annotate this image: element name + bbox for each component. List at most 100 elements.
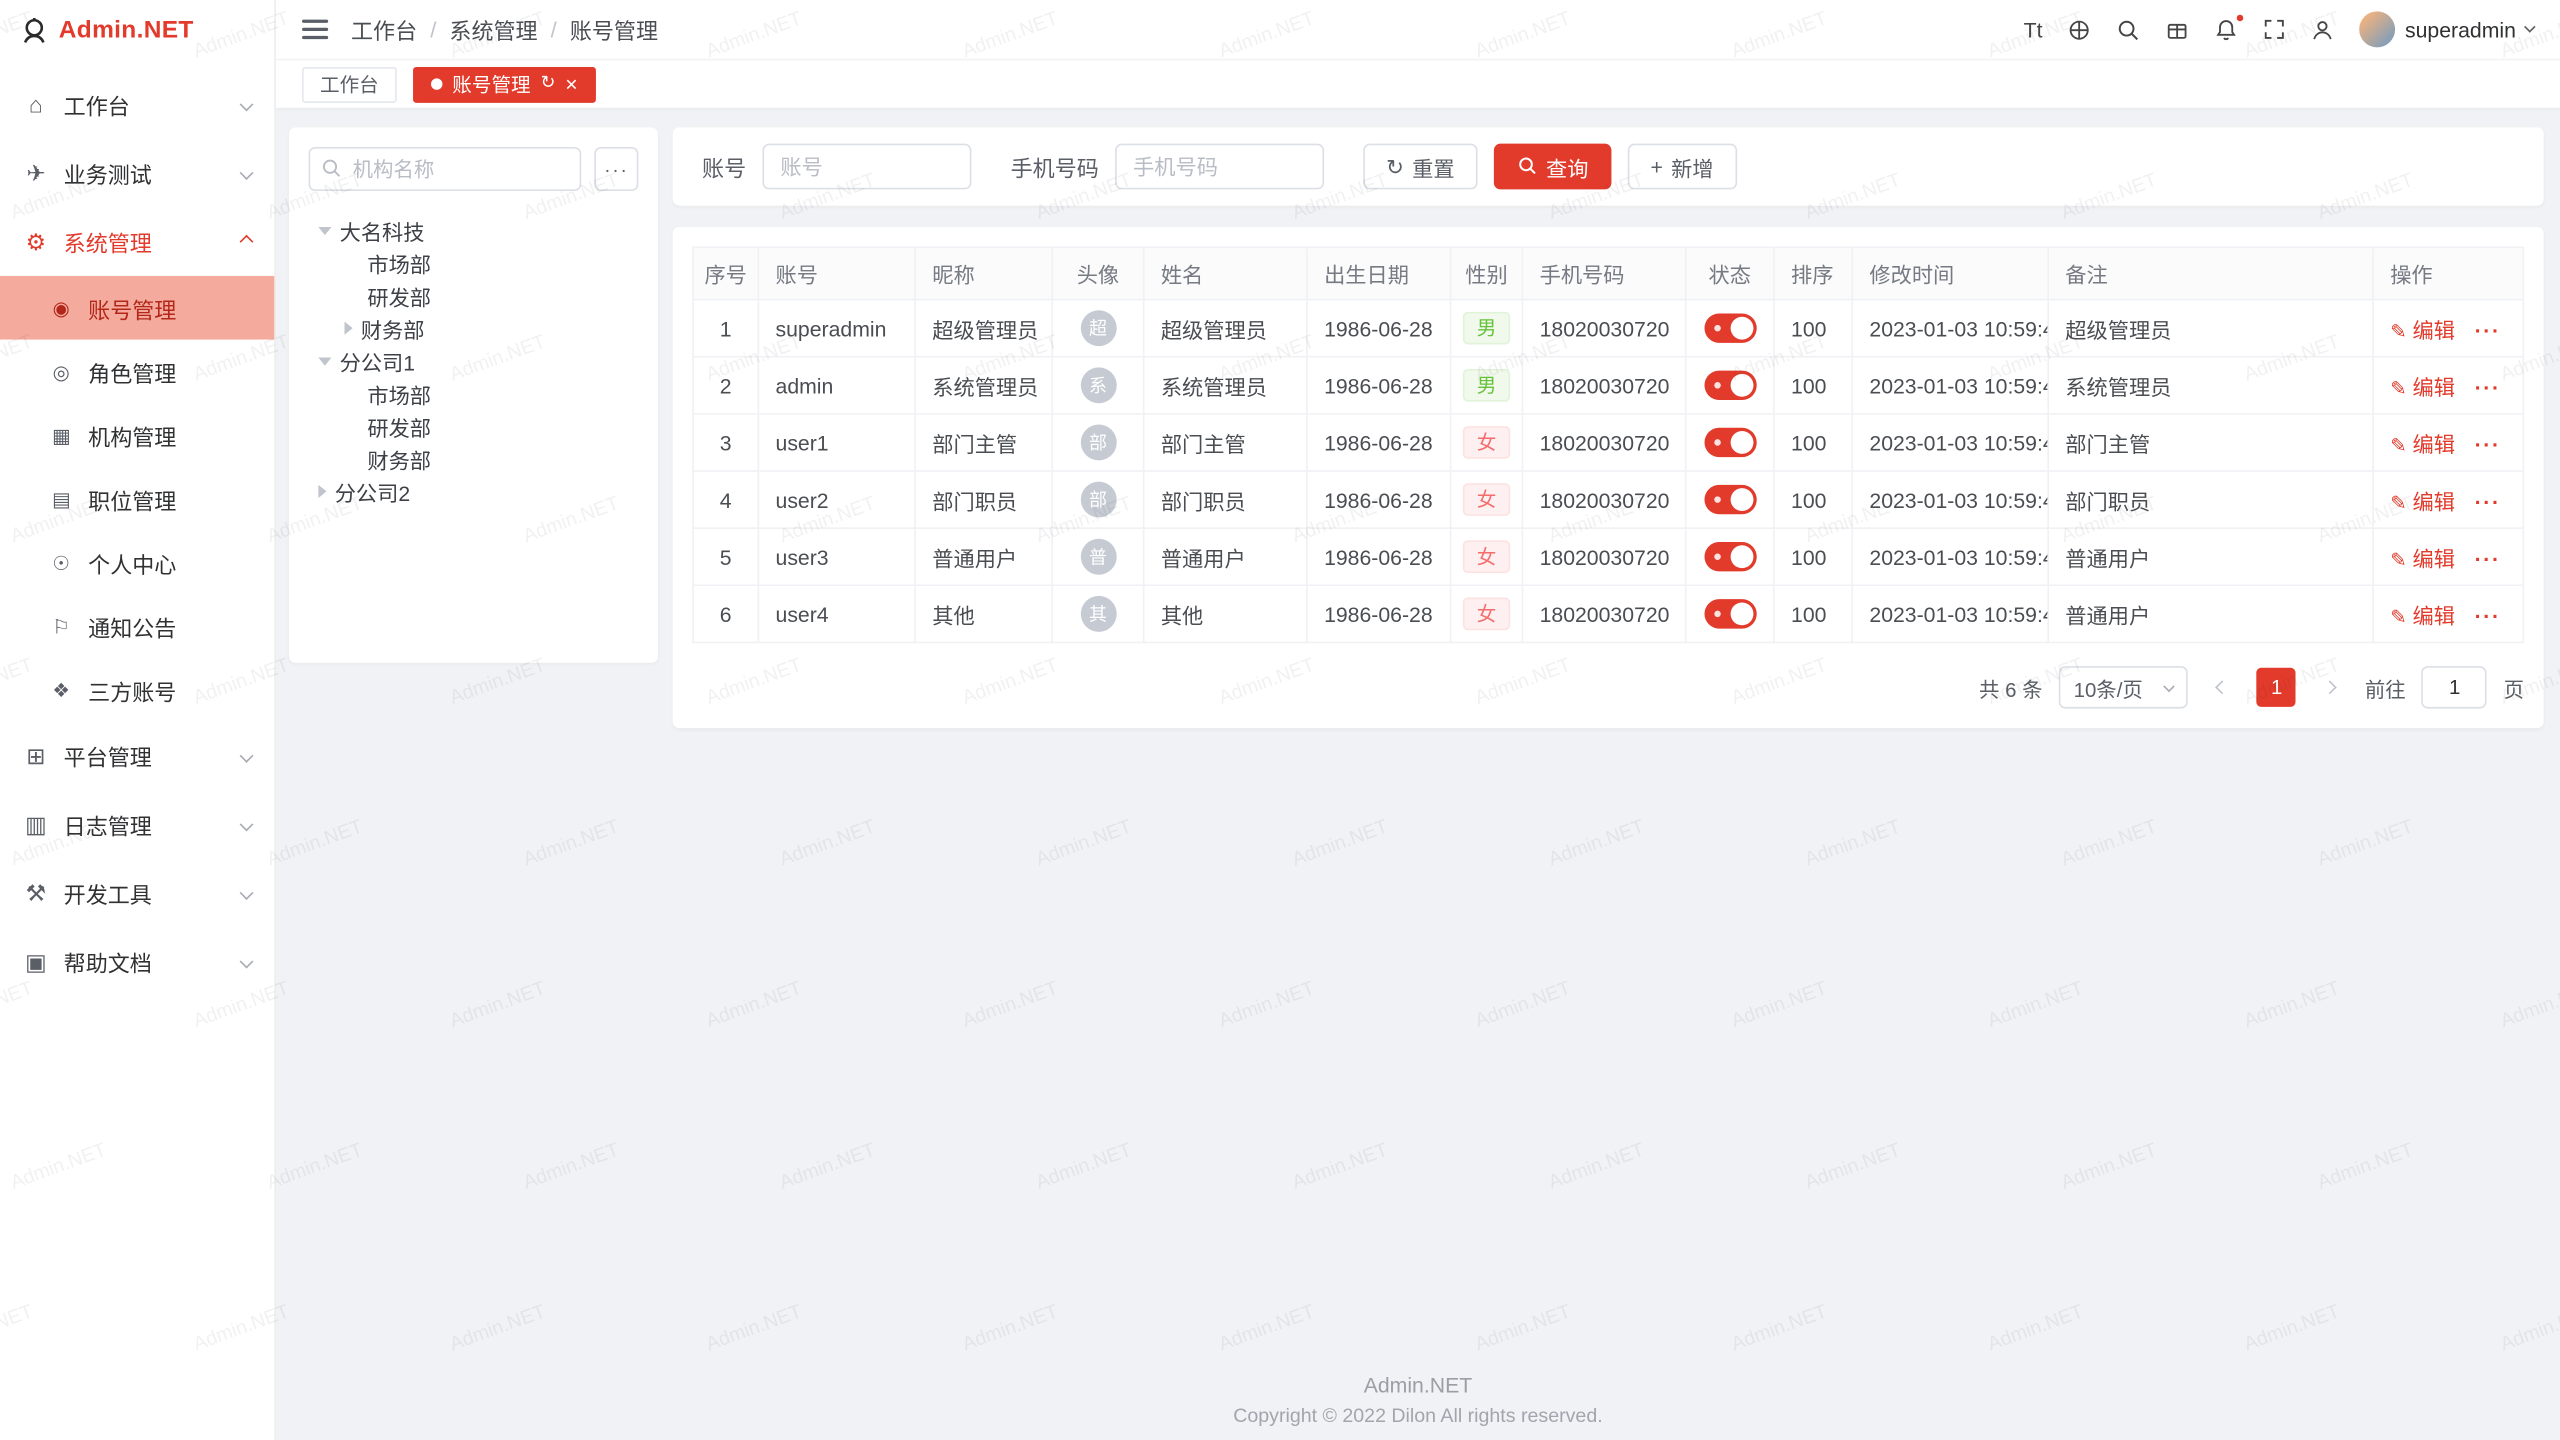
- tab-workbench[interactable]: 工作台: [302, 66, 397, 102]
- row-more-button[interactable]: ···: [2475, 489, 2501, 513]
- cell-sort: 100: [1774, 357, 1852, 414]
- col-phone: 手机号码: [1522, 247, 1685, 299]
- tree-node[interactable]: 市场部: [309, 247, 639, 280]
- cell-avatar: 系: [1052, 357, 1143, 414]
- edit-button[interactable]: ✎ 编辑: [2390, 375, 2455, 399]
- sidebar-item-label: 开发工具: [64, 877, 152, 910]
- close-icon[interactable]: ×: [565, 73, 577, 94]
- breadcrumb-item[interactable]: 工作台: [351, 13, 417, 46]
- edit-icon: ✎: [2390, 548, 2406, 571]
- goto-page-input[interactable]: [2422, 666, 2487, 708]
- sidebar-item-role-management[interactable]: ◎ 角色管理: [0, 340, 274, 404]
- sidebar-item-help-docs[interactable]: ▣ 帮助文档: [0, 927, 274, 996]
- user-icon: ◉: [49, 296, 73, 319]
- org-search-input[interactable]: [309, 147, 582, 191]
- caret-right-icon[interactable]: [344, 322, 352, 335]
- sidebar-item-system-management[interactable]: ⚙ 系统管理: [0, 207, 274, 276]
- refresh-icon[interactable]: ↻: [540, 75, 555, 93]
- status-toggle[interactable]: [1704, 313, 1756, 342]
- tree-node[interactable]: 财务部: [309, 442, 639, 475]
- edit-button[interactable]: ✎ 编辑: [2390, 432, 2455, 456]
- search-button[interactable]: 查询: [1494, 144, 1612, 190]
- user-menu[interactable]: superadmin: [2359, 11, 2534, 47]
- caret-down-icon[interactable]: [318, 226, 331, 234]
- user-icon[interactable]: [2310, 17, 2334, 41]
- row-more-button[interactable]: ···: [2475, 546, 2501, 570]
- cell-phone: 18020030720: [1522, 471, 1685, 528]
- sidebar-item-label: 业务测试: [64, 157, 152, 190]
- status-toggle[interactable]: [1704, 599, 1756, 628]
- account-input[interactable]: [762, 144, 971, 190]
- sidebar-item-org-management[interactable]: ▦ 机构管理: [0, 403, 274, 467]
- sidebar-item-third-party-account[interactable]: ❖ 三方账号: [0, 658, 274, 722]
- notification-bell-icon[interactable]: [2214, 17, 2238, 41]
- tree-node[interactable]: 分公司2: [309, 475, 639, 508]
- tree-node-label: 分公司1: [340, 345, 415, 376]
- add-button[interactable]: + 新增: [1628, 144, 1737, 190]
- topbar-actions: Tt: [2024, 11, 2534, 47]
- sidebar-item-label: 通知公告: [88, 610, 176, 643]
- sidebar-item-notice[interactable]: ⚐ 通知公告: [0, 594, 274, 658]
- tree-node[interactable]: 市场部: [309, 377, 639, 410]
- cell-phone: 18020030720: [1522, 414, 1685, 471]
- status-toggle[interactable]: [1704, 485, 1756, 514]
- next-page-button[interactable]: [2313, 668, 2349, 707]
- edit-button[interactable]: ✎ 编辑: [2390, 318, 2455, 342]
- col-account: 账号: [758, 247, 915, 299]
- status-toggle[interactable]: [1704, 371, 1756, 400]
- row-more-button[interactable]: ···: [2475, 432, 2501, 456]
- cell-account: user4: [758, 585, 915, 642]
- cell-gender: 女: [1451, 585, 1523, 642]
- edit-button[interactable]: ✎ 编辑: [2390, 603, 2455, 627]
- sidebar: Admin.NET ⌂ 工作台 ✈ 业务测试 ⚙ 系统管理 ◉ 账号管理: [0, 0, 276, 1440]
- sidebar-item-dev-tools[interactable]: ⚒ 开发工具: [0, 859, 274, 928]
- cell-status: [1686, 528, 1774, 585]
- tree-more-button[interactable]: ···: [594, 147, 638, 191]
- phone-input[interactable]: [1115, 144, 1324, 190]
- tree-node-label: 研发部: [367, 280, 431, 311]
- page-size-select[interactable]: 10条/页: [2059, 666, 2189, 708]
- caret-down-icon[interactable]: [318, 357, 331, 365]
- sidebar-item-platform-management[interactable]: ⊞ 平台管理: [0, 722, 274, 791]
- tab-account-management[interactable]: 账号管理 ↻ ×: [413, 66, 596, 102]
- logo: Admin.NET: [0, 0, 274, 60]
- fullscreen-icon[interactable]: [2263, 18, 2286, 41]
- account-table-card: 序号 账号 昵称 头像 姓名 出生日期 性别 手机号码 状态 排序 修改时间: [673, 227, 2544, 728]
- sidebar-item-label: 日志管理: [64, 808, 152, 841]
- prev-page-button[interactable]: [2205, 668, 2241, 707]
- status-toggle[interactable]: [1704, 428, 1756, 457]
- page-number-button[interactable]: 1: [2257, 668, 2296, 707]
- gender-badge: 女: [1464, 483, 1510, 516]
- edit-button[interactable]: ✎ 编辑: [2390, 489, 2455, 513]
- reset-button[interactable]: ↻ 重置: [1363, 144, 1477, 190]
- edit-button[interactable]: ✎ 编辑: [2390, 546, 2455, 570]
- row-more-button[interactable]: ···: [2475, 603, 2501, 627]
- status-toggle[interactable]: [1704, 542, 1756, 571]
- tree-node[interactable]: 财务部: [309, 312, 639, 345]
- gender-badge: 女: [1464, 598, 1510, 631]
- sidebar-item-workbench[interactable]: ⌂ 工作台: [0, 70, 274, 139]
- sidebar-item-account-management[interactable]: ◉ 账号管理: [0, 276, 274, 340]
- language-icon[interactable]: [2067, 17, 2091, 41]
- tabbar: 工作台 账号管理 ↻ ×: [276, 60, 2560, 107]
- font-size-icon[interactable]: Tt: [2024, 17, 2043, 41]
- menu-collapse-icon[interactable]: [302, 20, 328, 40]
- caret-right-icon[interactable]: [318, 485, 326, 498]
- cube-icon: ❖: [49, 678, 73, 701]
- tree-node[interactable]: 研发部: [309, 410, 639, 443]
- search-icon[interactable]: [2116, 17, 2140, 41]
- breadcrumb-item[interactable]: 系统管理: [449, 13, 537, 46]
- tree-node[interactable]: 大名科技: [309, 214, 639, 247]
- sidebar-item-log-management[interactable]: ▥ 日志管理: [0, 790, 274, 859]
- row-more-button[interactable]: ···: [2475, 318, 2501, 342]
- sidebar-item-position-management[interactable]: ▤ 职位管理: [0, 467, 274, 531]
- sidebar-item-personal-center[interactable]: ☉ 个人中心: [0, 531, 274, 595]
- tree-node[interactable]: 分公司1: [309, 344, 639, 377]
- gift-icon[interactable]: [2165, 17, 2189, 41]
- tree-node-label: 大名科技: [340, 215, 425, 246]
- cell-index: 6: [693, 585, 758, 642]
- sidebar-item-business-test[interactable]: ✈ 业务测试: [0, 139, 274, 208]
- tree-node[interactable]: 研发部: [309, 279, 639, 312]
- breadcrumb-item[interactable]: 账号管理: [570, 13, 658, 46]
- row-more-button[interactable]: ···: [2475, 375, 2501, 399]
